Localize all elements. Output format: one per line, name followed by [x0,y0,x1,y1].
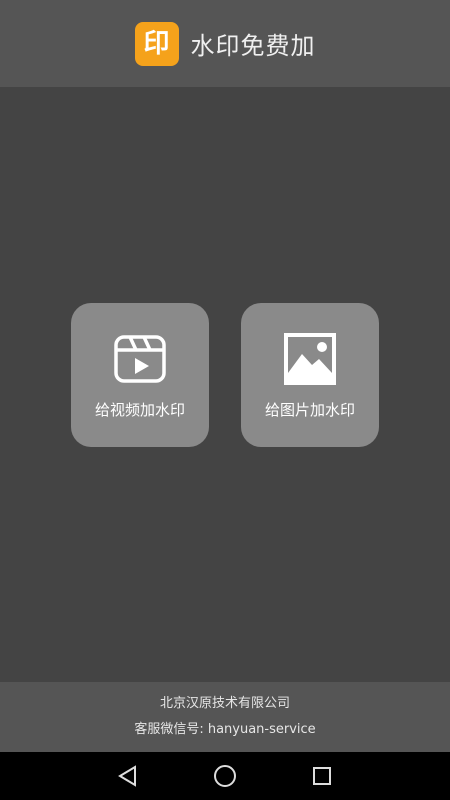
add-video-watermark-button[interactable]: 给视频加水印 [71,303,209,447]
recents-icon [312,767,331,785]
add-image-watermark-button[interactable]: 给图片加水印 [241,303,379,447]
home-icon [213,765,236,787]
image-icon [282,331,338,387]
app-logo: 印 [134,21,179,66]
main-area: 给视频加水印 给图片加水印 [0,87,450,682]
system-navigation-bar [0,752,450,800]
video-clapper-icon [112,331,168,387]
add-video-watermark-label: 给视频加水印 [94,401,185,419]
app-title: 水印免费加 [190,32,316,60]
back-icon [118,765,137,787]
back-button[interactable] [108,756,148,796]
app-header: 印 水印免费加 [0,0,450,87]
footer: 北京汉原技术有限公司 客服微信号: hanyuan-service [0,682,450,752]
recents-button[interactable] [302,756,342,796]
customer-service-wechat: 客服微信号: hanyuan-service [134,722,316,737]
add-image-watermark-label: 给图片加水印 [264,401,355,419]
home-button[interactable] [205,756,245,796]
company-name: 北京汉原技术有限公司 [159,696,290,711]
logo-text: 印 [143,28,170,59]
